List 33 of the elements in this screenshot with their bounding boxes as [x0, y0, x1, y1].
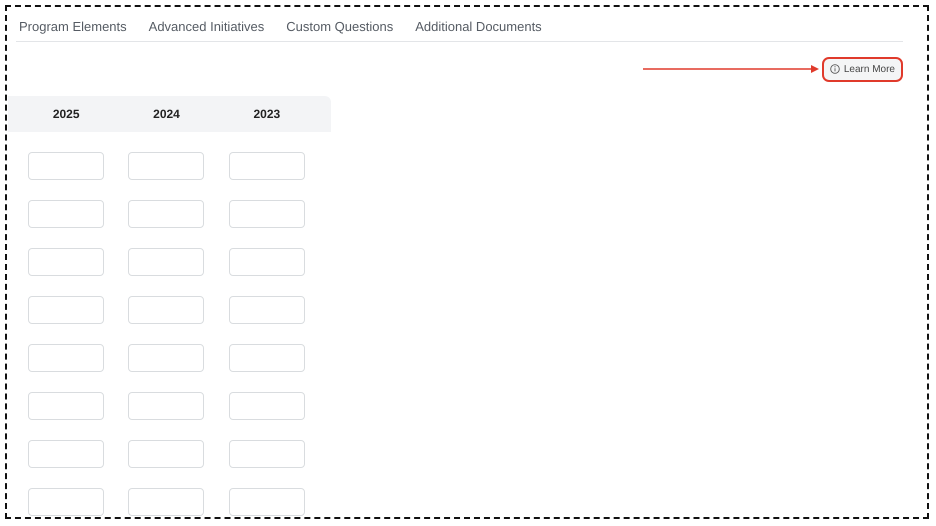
input-field[interactable]: [128, 344, 204, 372]
input-field[interactable]: [228, 296, 305, 324]
input-field[interactable]: [28, 440, 104, 468]
column-header: 2023: [252, 107, 282, 121]
tab[interactable]: Advanced Initiatives: [148, 19, 264, 38]
input-field[interactable]: [128, 440, 204, 468]
input-field[interactable]: [128, 392, 204, 420]
tab[interactable]: Custom Questions: [286, 19, 394, 38]
input-field[interactable]: [128, 152, 204, 180]
input-field[interactable]: [228, 440, 305, 468]
input-field[interactable]: [28, 200, 104, 228]
input-field[interactable]: [28, 152, 104, 180]
input-field[interactable]: [28, 248, 104, 276]
input-field[interactable]: [28, 488, 104, 516]
info-icon: [830, 64, 840, 74]
tab[interactable]: Program Elements: [19, 19, 127, 38]
input-field[interactable]: [28, 296, 104, 324]
learn-more-button[interactable]: Learn More: [822, 56, 903, 82]
input-field[interactable]: [128, 488, 204, 516]
column-header: 2024: [152, 107, 181, 121]
input-field[interactable]: [28, 344, 104, 372]
input-field[interactable]: [228, 344, 305, 372]
input-field[interactable]: [128, 200, 204, 228]
tab[interactable]: Additional Documents: [415, 19, 542, 38]
input-field[interactable]: [228, 248, 305, 276]
input-field[interactable]: [228, 152, 305, 180]
input-field[interactable]: [228, 488, 305, 516]
column-header: 2025: [52, 107, 81, 121]
input-field[interactable]: [128, 248, 204, 276]
input-field[interactable]: [228, 200, 305, 228]
input-field[interactable]: [228, 392, 305, 420]
input-field[interactable]: [28, 392, 104, 420]
input-field[interactable]: [128, 296, 204, 324]
